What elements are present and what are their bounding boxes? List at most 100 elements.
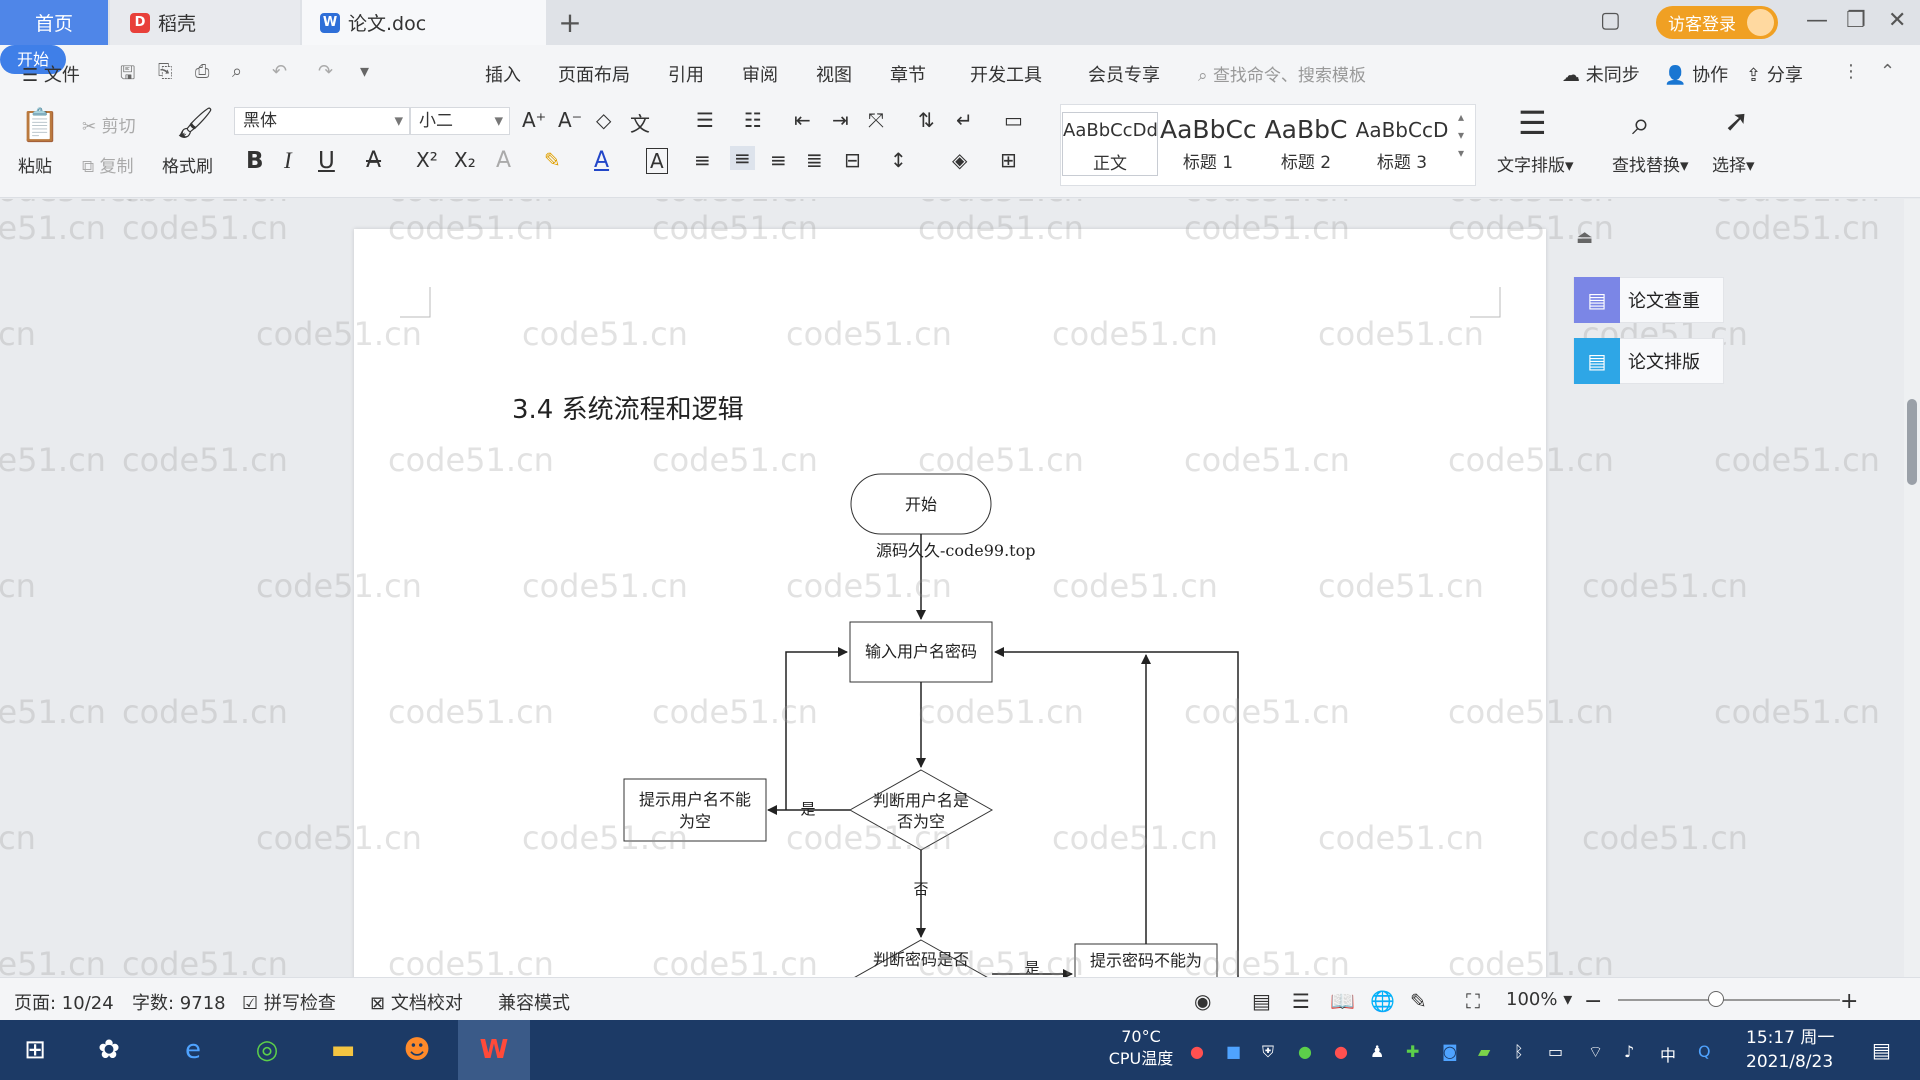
share-button[interactable]: ⇪ 分享 bbox=[1746, 61, 1803, 87]
search-q-icon[interactable]: Q bbox=[1698, 1042, 1711, 1061]
tab-ruler-icon[interactable]: ▭ bbox=[1004, 108, 1023, 132]
distributed-icon[interactable]: ⊟ bbox=[844, 148, 861, 172]
vertical-scrollbar[interactable] bbox=[1904, 199, 1920, 977]
style-heading-2[interactable]: AaBbC 标题 2 bbox=[1258, 112, 1354, 176]
style-normal[interactable]: AaBbCcDd 正文 bbox=[1062, 112, 1158, 176]
cursor-icon[interactable]: ➚ bbox=[1724, 104, 1749, 139]
tab-home[interactable]: 首页 bbox=[0, 0, 108, 45]
cut-button[interactable]: ✂ 剪切 bbox=[82, 112, 136, 137]
doc-proof-button[interactable]: ⊠ 文档校对 bbox=[370, 989, 463, 1015]
select-button[interactable]: 选择▾ bbox=[1712, 151, 1755, 176]
browser-icon[interactable]: ◎ bbox=[244, 1029, 290, 1071]
wifi-icon[interactable]: ⌔ bbox=[1588, 1042, 1603, 1062]
save-icon[interactable]: 🖫 bbox=[120, 61, 135, 91]
wps-writer-icon[interactable]: W bbox=[458, 1020, 530, 1080]
system-clock[interactable]: 15:17 周一 2021/8/23 bbox=[1746, 1026, 1834, 1074]
numbering-icon[interactable]: ☷ bbox=[744, 108, 762, 132]
superscript-icon[interactable]: X² bbox=[416, 148, 438, 172]
text-layout-button[interactable]: 文字排版▾ bbox=[1497, 151, 1574, 176]
qq-icon[interactable]: ♟ bbox=[1370, 1042, 1384, 1061]
bullets-icon[interactable]: ☰ bbox=[696, 108, 714, 132]
more-icon[interactable]: ⋮ bbox=[1842, 61, 1860, 82]
underline-icon[interactable]: U bbox=[318, 148, 335, 174]
paper-layout-button[interactable]: ▤ 论文排版 bbox=[1573, 338, 1724, 384]
format-painter-button[interactable]: 格式刷 bbox=[162, 152, 213, 177]
print-preview-icon[interactable]: ⌕ bbox=[232, 61, 242, 82]
shading-icon[interactable]: ◈ bbox=[952, 148, 967, 172]
align-left-icon[interactable]: ≡ bbox=[694, 148, 711, 172]
bold-icon[interactable]: B bbox=[246, 148, 264, 174]
write-view-icon[interactable]: ✎ bbox=[1410, 989, 1427, 1013]
battery-icon[interactable]: ▭ bbox=[1548, 1042, 1563, 1061]
new-tab-button[interactable]: + bbox=[553, 0, 587, 45]
borders-icon[interactable]: ⊞ bbox=[1000, 148, 1017, 172]
style-scroll-icon[interactable]: ▴ ▾ ▾ bbox=[1458, 108, 1464, 162]
shield-icon[interactable]: ⛨ bbox=[1262, 1042, 1274, 1062]
print-icon[interactable]: ⎙ bbox=[195, 61, 209, 82]
nvidia-icon[interactable]: ▰ bbox=[1478, 1042, 1490, 1061]
export-icon[interactable]: ⎘ bbox=[158, 61, 172, 82]
menu-chapter[interactable]: 章节 bbox=[890, 61, 926, 87]
collapse-ribbon-icon[interactable]: ⌃ bbox=[1880, 61, 1895, 82]
customize-dropdown-icon[interactable]: ▾ bbox=[360, 61, 369, 82]
chinese-layout-icon[interactable]: ⤧ bbox=[868, 108, 884, 132]
text-effect-icon[interactable]: A bbox=[496, 148, 511, 173]
align-center-icon[interactable]: ≡ bbox=[730, 146, 755, 170]
font-color-icon[interactable]: A bbox=[594, 148, 609, 173]
text-layout-icon[interactable]: ☰ bbox=[1518, 104, 1547, 142]
page-view-icon[interactable]: ▤ bbox=[1252, 989, 1271, 1013]
find-icon[interactable]: ⌕ bbox=[1632, 104, 1650, 143]
tab-daoke[interactable]: D 稻壳 bbox=[110, 0, 300, 45]
volume-icon[interactable]: ♪ bbox=[1624, 1042, 1634, 1061]
strikethrough-icon[interactable]: A bbox=[366, 148, 381, 173]
pinwheel-app-icon[interactable]: ✿ bbox=[86, 1029, 132, 1071]
style-heading-1[interactable]: AaBbCc 标题 1 bbox=[1160, 112, 1256, 176]
eye-protection-icon[interactable]: ◉ bbox=[1194, 989, 1211, 1013]
format-painter-icon[interactable]: 🖌 bbox=[176, 106, 214, 141]
tray-app-icon[interactable]: ■ bbox=[1226, 1042, 1241, 1061]
grow-font-icon[interactable]: A⁺ bbox=[522, 108, 546, 132]
clear-format-icon[interactable]: ◇ bbox=[596, 108, 611, 132]
bluetooth-icon[interactable]: ᛒ bbox=[1514, 1042, 1524, 1061]
undo-icon[interactable]: ↶ bbox=[272, 61, 287, 82]
subscript-icon[interactable]: X₂ bbox=[454, 148, 476, 172]
reading-view-icon[interactable]: 📖 bbox=[1330, 989, 1355, 1013]
restore-icon[interactable]: ❐ bbox=[1846, 8, 1866, 33]
tray-app-icon[interactable]: ● bbox=[1298, 1042, 1312, 1061]
find-replace-button[interactable]: 查找替换▾ bbox=[1612, 151, 1689, 176]
tray-app-icon[interactable]: ◙ bbox=[1442, 1042, 1458, 1061]
unsynced-button[interactable]: ☁ 未同步 bbox=[1562, 61, 1640, 87]
line-spacing-icon[interactable]: ↕ bbox=[890, 148, 907, 172]
fit-page-icon[interactable]: ⛶ bbox=[1466, 989, 1480, 1013]
spell-check-button[interactable]: ☑ 拼写检查 bbox=[242, 989, 336, 1015]
cpu-temp-widget[interactable]: 70°C CPU温度 bbox=[1106, 1026, 1176, 1070]
copy-button[interactable]: ⧉ 复制 bbox=[82, 152, 134, 177]
input-method-icon[interactable]: 中 bbox=[1660, 1042, 1676, 1066]
windows-start-icon[interactable]: ⊞ bbox=[12, 1029, 58, 1071]
increase-indent-icon[interactable]: ⇥ bbox=[832, 108, 849, 132]
menu-references[interactable]: 引用 bbox=[668, 61, 704, 87]
file-menu[interactable]: ☰ 文件 bbox=[22, 61, 80, 87]
menu-member[interactable]: 会员专享 bbox=[1088, 61, 1160, 87]
paste-icon[interactable]: 📋 bbox=[20, 106, 60, 144]
tab-document[interactable]: W 论文.doc bbox=[302, 0, 546, 45]
window-layout-icon[interactable]: ▢ bbox=[1600, 8, 1621, 33]
file-explorer-icon[interactable]: ▬ bbox=[320, 1029, 366, 1071]
align-right-icon[interactable]: ≡ bbox=[770, 148, 787, 172]
menu-developer[interactable]: 开发工具 bbox=[970, 61, 1042, 87]
font-size-select[interactable]: 小二 ▾ bbox=[410, 107, 510, 135]
menu-insert[interactable]: 插入 bbox=[485, 61, 521, 87]
guest-login-button[interactable]: 访客登录 bbox=[1656, 6, 1778, 39]
outline-view-icon[interactable]: ☰ bbox=[1292, 989, 1310, 1013]
menu-view[interactable]: 视图 bbox=[816, 61, 852, 87]
command-search[interactable]: ⌕ 查找命令、搜索模板 bbox=[1198, 61, 1366, 86]
show-marks-icon[interactable]: ↵ bbox=[956, 108, 973, 132]
notification-icon[interactable]: ▤ bbox=[1872, 1038, 1891, 1062]
document-area[interactable]: 3.4 系统流程和逻辑 开始 源码久久-code99.top 输入用户名密码 判… bbox=[0, 199, 1920, 977]
phonetic-guide-icon[interactable]: 文 bbox=[630, 108, 650, 137]
zoom-in-icon[interactable]: + bbox=[1840, 989, 1858, 1014]
tray-app-icon[interactable]: ● bbox=[1334, 1042, 1348, 1061]
media-app-icon[interactable]: ☻ bbox=[394, 1029, 440, 1071]
scrollbar-thumb[interactable] bbox=[1907, 399, 1917, 485]
menu-page-layout[interactable]: 页面布局 bbox=[558, 61, 630, 87]
